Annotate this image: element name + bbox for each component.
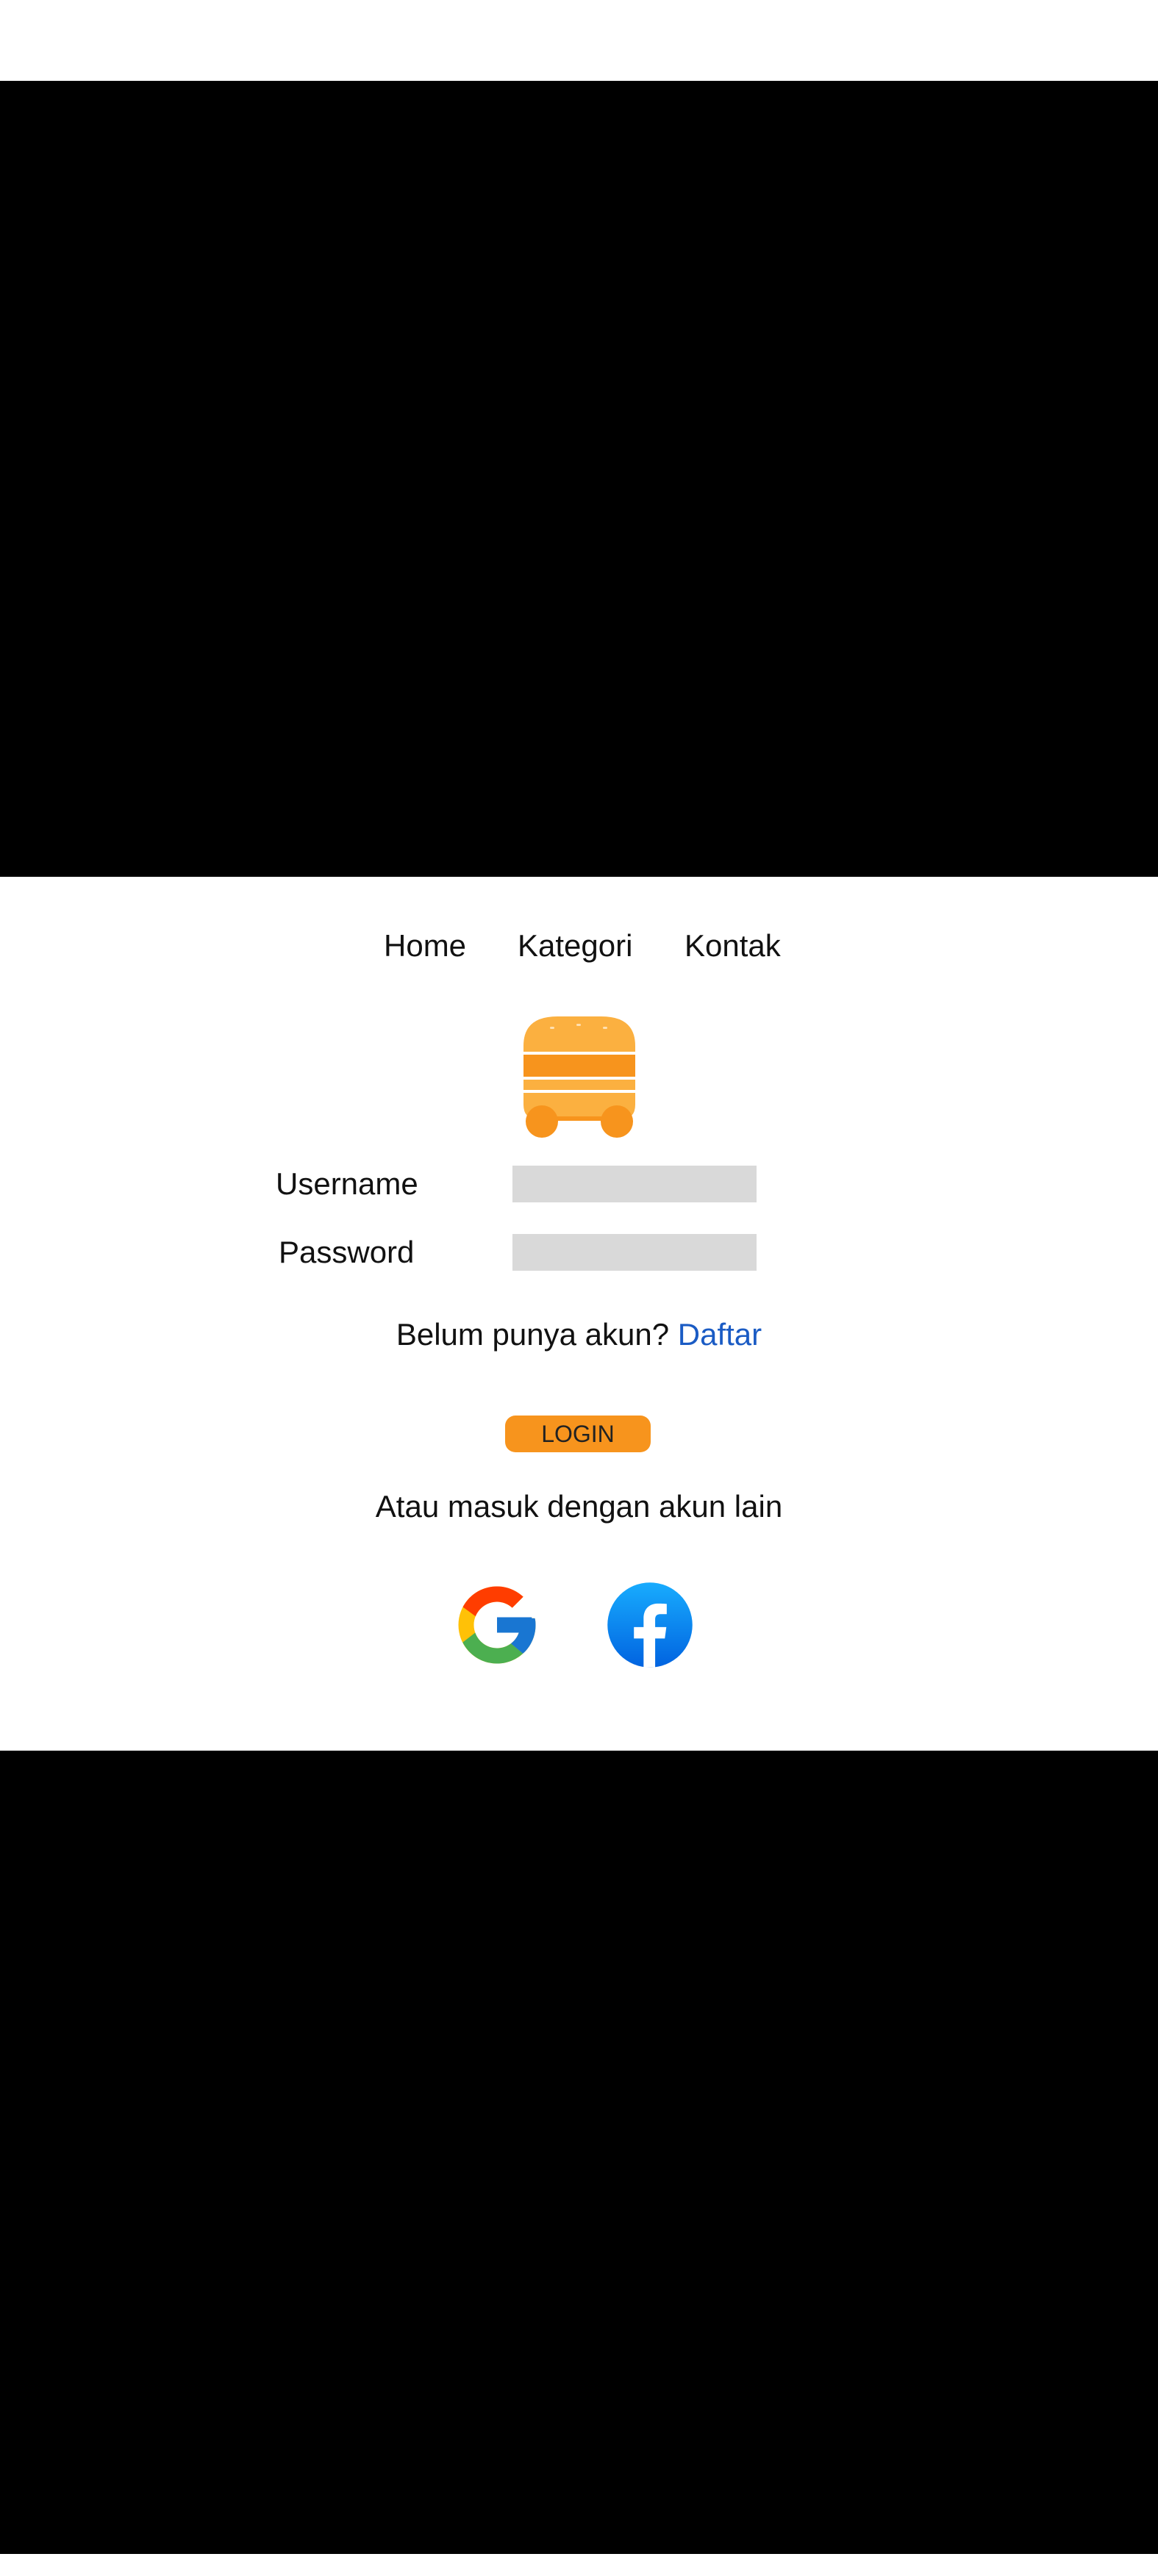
alt-login-text: Atau masuk dengan akun lain [375, 1489, 783, 1524]
facebook-login-button[interactable] [604, 1579, 696, 1671]
username-input[interactable] [512, 1166, 757, 1202]
top-black-band [0, 81, 1158, 877]
register-prompt-text: Belum punya akun? [396, 1317, 678, 1352]
login-panel: Home Kategori Kontak Username Password B… [0, 877, 1158, 1751]
register-link[interactable]: Daftar [678, 1317, 762, 1352]
burger-cart-icon [515, 1009, 644, 1141]
facebook-icon [604, 1582, 696, 1674]
username-label: Username [276, 1166, 418, 1201]
password-input[interactable] [512, 1234, 757, 1271]
password-label: Password [279, 1235, 415, 1269]
top-nav: Home Kategori Kontak [0, 924, 1158, 968]
login-button[interactable]: LOGIN [505, 1416, 651, 1452]
nav-link-kategori[interactable]: Kategori [518, 924, 632, 968]
google-icon [451, 1586, 543, 1674]
nav-link-home[interactable]: Home [384, 924, 466, 968]
bottom-black-band [0, 1751, 1158, 2554]
nav-link-kontak[interactable]: Kontak [685, 924, 781, 968]
register-prompt: Belum punya akun? Daftar [0, 1313, 1158, 1357]
google-login-button[interactable] [451, 1579, 543, 1671]
